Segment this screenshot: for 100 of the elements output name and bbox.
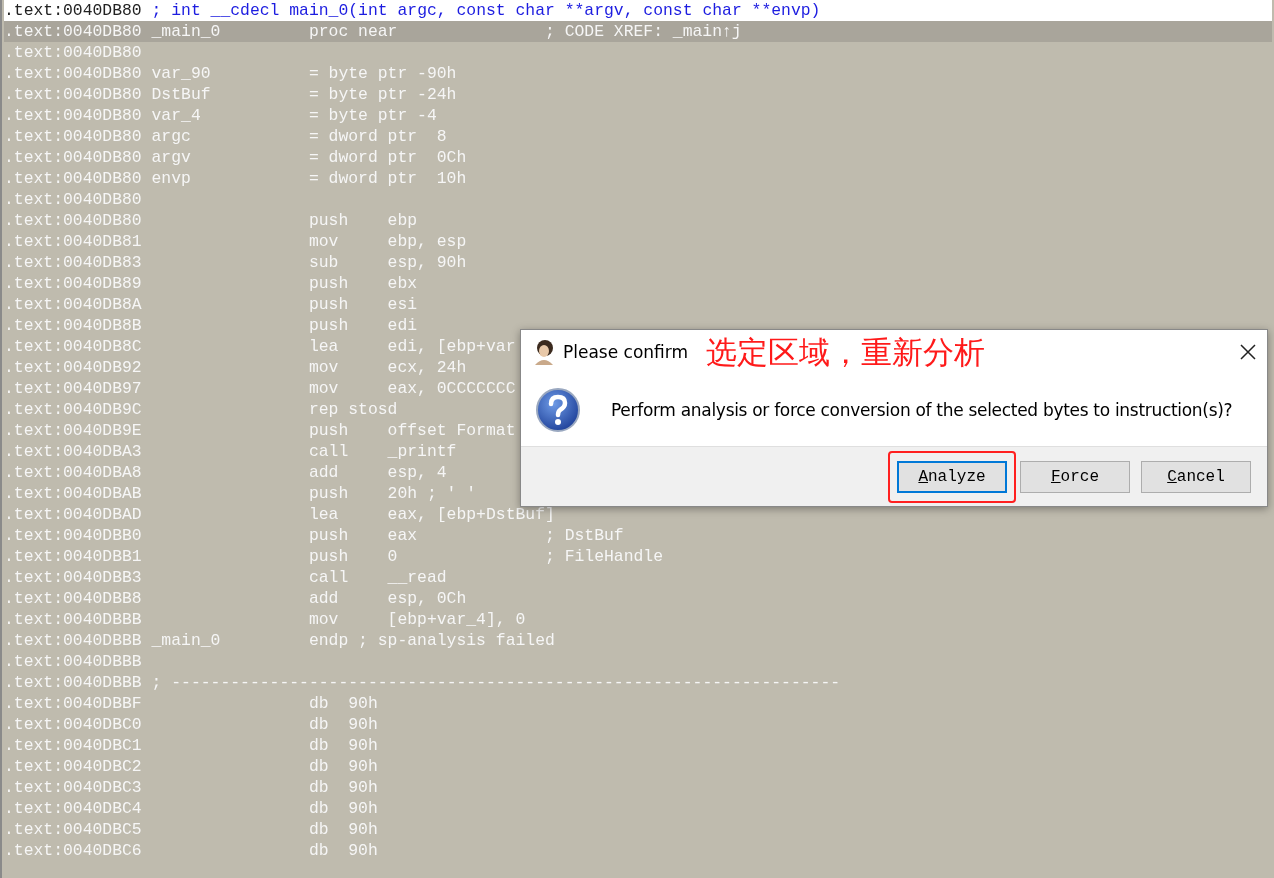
address: .text:0040DB80 (4, 106, 142, 125)
operands: ebx (387, 274, 418, 293)
mnemonic: db 90h (308, 841, 378, 860)
code-line[interactable]: .text:0040DB80 push ebp (4, 210, 1272, 231)
comment: ; CODE XREF: _main↑j (544, 21, 742, 42)
address: .text:0040DBB0 (4, 526, 142, 545)
mnemonic: push (308, 484, 349, 503)
address: .text:0040DB80 (4, 22, 142, 41)
code-line[interactable]: .text:0040DB89 push ebx (4, 273, 1272, 294)
code-line[interactable]: .text:0040DBB1 push 0 ; FileHandle (4, 546, 1272, 567)
address: .text:0040DB83 (4, 253, 142, 272)
code-line[interactable]: .text:0040DBBB _main_0 endp ; sp-analysis failed (4, 630, 1272, 651)
close-icon[interactable] (1239, 343, 1257, 361)
mnemonic: push (308, 526, 349, 545)
mnemonic: call (308, 442, 349, 461)
mnemonic: push (308, 547, 349, 566)
code-line[interactable]: .text:0040DBC5 db 90h (4, 819, 1272, 840)
address: .text:0040DB9C (4, 400, 142, 419)
code-line[interactable]: .text:0040DBC0 db 90h (4, 714, 1272, 735)
code-line[interactable]: .text:0040DB80 var_4 = byte ptr -4 (4, 105, 1272, 126)
address: .text:0040DB80 (4, 211, 142, 230)
address: .text:0040DB9E (4, 421, 142, 440)
address: .text:0040DBC5 (4, 820, 142, 839)
mnemonic: add (308, 463, 339, 482)
code-line[interactable]: .text:0040DB83 sub esp, 90h (4, 252, 1272, 273)
address: .text:0040DB80 (4, 127, 142, 146)
address: .text:0040DB8B (4, 316, 142, 335)
operands: esi (387, 295, 418, 314)
code-line[interactable]: .text:0040DBAD lea eax, [ebp+DstBuf] (4, 504, 1272, 525)
label: var_4 (151, 106, 201, 125)
mnemonic: mov (308, 358, 339, 377)
mnemonic: push (308, 295, 349, 314)
address: .text:0040DBB3 (4, 568, 142, 587)
operands: eax, [ebp+DstBuf] (387, 505, 555, 524)
mnemonic: push (308, 274, 349, 293)
dialog-message: Perform analysis or force conversion of the selected bytes to instruction(s)? (611, 400, 1233, 420)
address: .text:0040DBA3 (4, 442, 142, 461)
operands: offset Format (387, 421, 516, 440)
operands: ebp (387, 211, 418, 230)
address: .text:0040DBB1 (4, 547, 142, 566)
mnemonic: = dword ptr 8 (308, 127, 447, 146)
address: .text:0040DB80 (4, 169, 142, 188)
operands: 0 (387, 547, 398, 566)
code-line[interactable]: .text:0040DBBB (4, 651, 1272, 672)
code-line[interactable]: .text:0040DB81 mov ebp, esp (4, 231, 1272, 252)
mnemonic: call (308, 568, 349, 587)
operands: eax (387, 526, 418, 545)
address: .text:0040DB80 (4, 148, 142, 167)
mnemonic: push (308, 421, 349, 440)
code-line[interactable]: .text:0040DB80 (4, 189, 1272, 210)
code-line[interactable]: .text:0040DB80 var_90 = byte ptr -90h (4, 63, 1272, 84)
operands: _printf (387, 442, 457, 461)
code-line[interactable]: .text:0040DBC1 db 90h (4, 735, 1272, 756)
code-line[interactable]: .text:0040DB80 argc = dword ptr 8 (4, 126, 1272, 147)
dialog-button[interactable]: Analyze (897, 460, 1007, 493)
code-line[interactable]: .text:0040DBBF db 90h (4, 693, 1272, 714)
code-line[interactable]: .text:0040DBC4 db 90h (4, 798, 1272, 819)
operands: ecx, 24h (387, 358, 467, 377)
label: DstBuf (151, 85, 211, 104)
code-line[interactable]: .text:0040DBBB mov [ebp+var_4], 0 (4, 609, 1272, 630)
mnemonic: lea (308, 337, 339, 356)
address: .text:0040DBAD (4, 505, 142, 524)
code-line[interactable]: .text:0040DBC3 db 90h (4, 777, 1272, 798)
code-line[interactable]: .text:0040DB80 (4, 42, 1272, 63)
mnemonic: mov (308, 610, 339, 629)
mnemonic: endp ; sp-analysis failed (308, 631, 555, 650)
code-line[interactable]: .text:0040DB80 DstBuf = byte ptr -24h (4, 84, 1272, 105)
mnemonic: db 90h (308, 736, 378, 755)
code-line[interactable]: .text:0040DB8A push esi (4, 294, 1272, 315)
separator-comment: ; -------------------------------------------------------------------- (151, 672, 841, 693)
mnemonic: db 90h (308, 778, 378, 797)
address: .text:0040DBAB (4, 484, 142, 503)
code-line[interactable]: .text:0040DBBB ; -------------------------------------------------------------------- (4, 672, 1272, 693)
question-icon (535, 387, 581, 433)
address: .text:0040DB92 (4, 358, 142, 377)
dialog-button[interactable]: Force (1020, 460, 1130, 493)
code-line[interactable]: .text:0040DB80 argv = dword ptr 0Ch (4, 147, 1272, 168)
code-line[interactable]: .text:0040DBC2 db 90h (4, 756, 1272, 777)
code-line[interactable]: .text:0040DB80 envp = dword ptr 10h (4, 168, 1272, 189)
comment: ; DstBuf (544, 525, 624, 546)
code-line[interactable]: .text:0040DBC6 db 90h (4, 840, 1272, 861)
address: .text:0040DBC6 (4, 841, 142, 860)
mnemonic: lea (308, 505, 339, 524)
operands: [ebp+var_4], 0 (387, 610, 526, 629)
code-line[interactable]: .text:0040DBB0 push eax ; DstBuf (4, 525, 1272, 546)
code-line[interactable]: .text:0040DBB3 call __read (4, 567, 1272, 588)
code-line[interactable]: .text:0040DBB8 add esp, 0Ch (4, 588, 1272, 609)
label: argv (151, 148, 191, 167)
operands: __read (387, 568, 447, 587)
dialog-button[interactable]: Cancel (1141, 460, 1251, 493)
address: .text:0040DBC3 (4, 778, 142, 797)
operands: 20h ; ' ' (387, 484, 477, 503)
label: envp (151, 169, 191, 188)
address: .text:0040DBC4 (4, 799, 142, 818)
address: .text:0040DB80 (4, 64, 142, 83)
address: .text:0040DB80 (4, 85, 142, 104)
address: .text:0040DBC2 (4, 757, 142, 776)
mnemonic: push (308, 316, 349, 335)
operands: esp, 90h (387, 253, 467, 272)
mnemonic: db 90h (308, 715, 378, 734)
